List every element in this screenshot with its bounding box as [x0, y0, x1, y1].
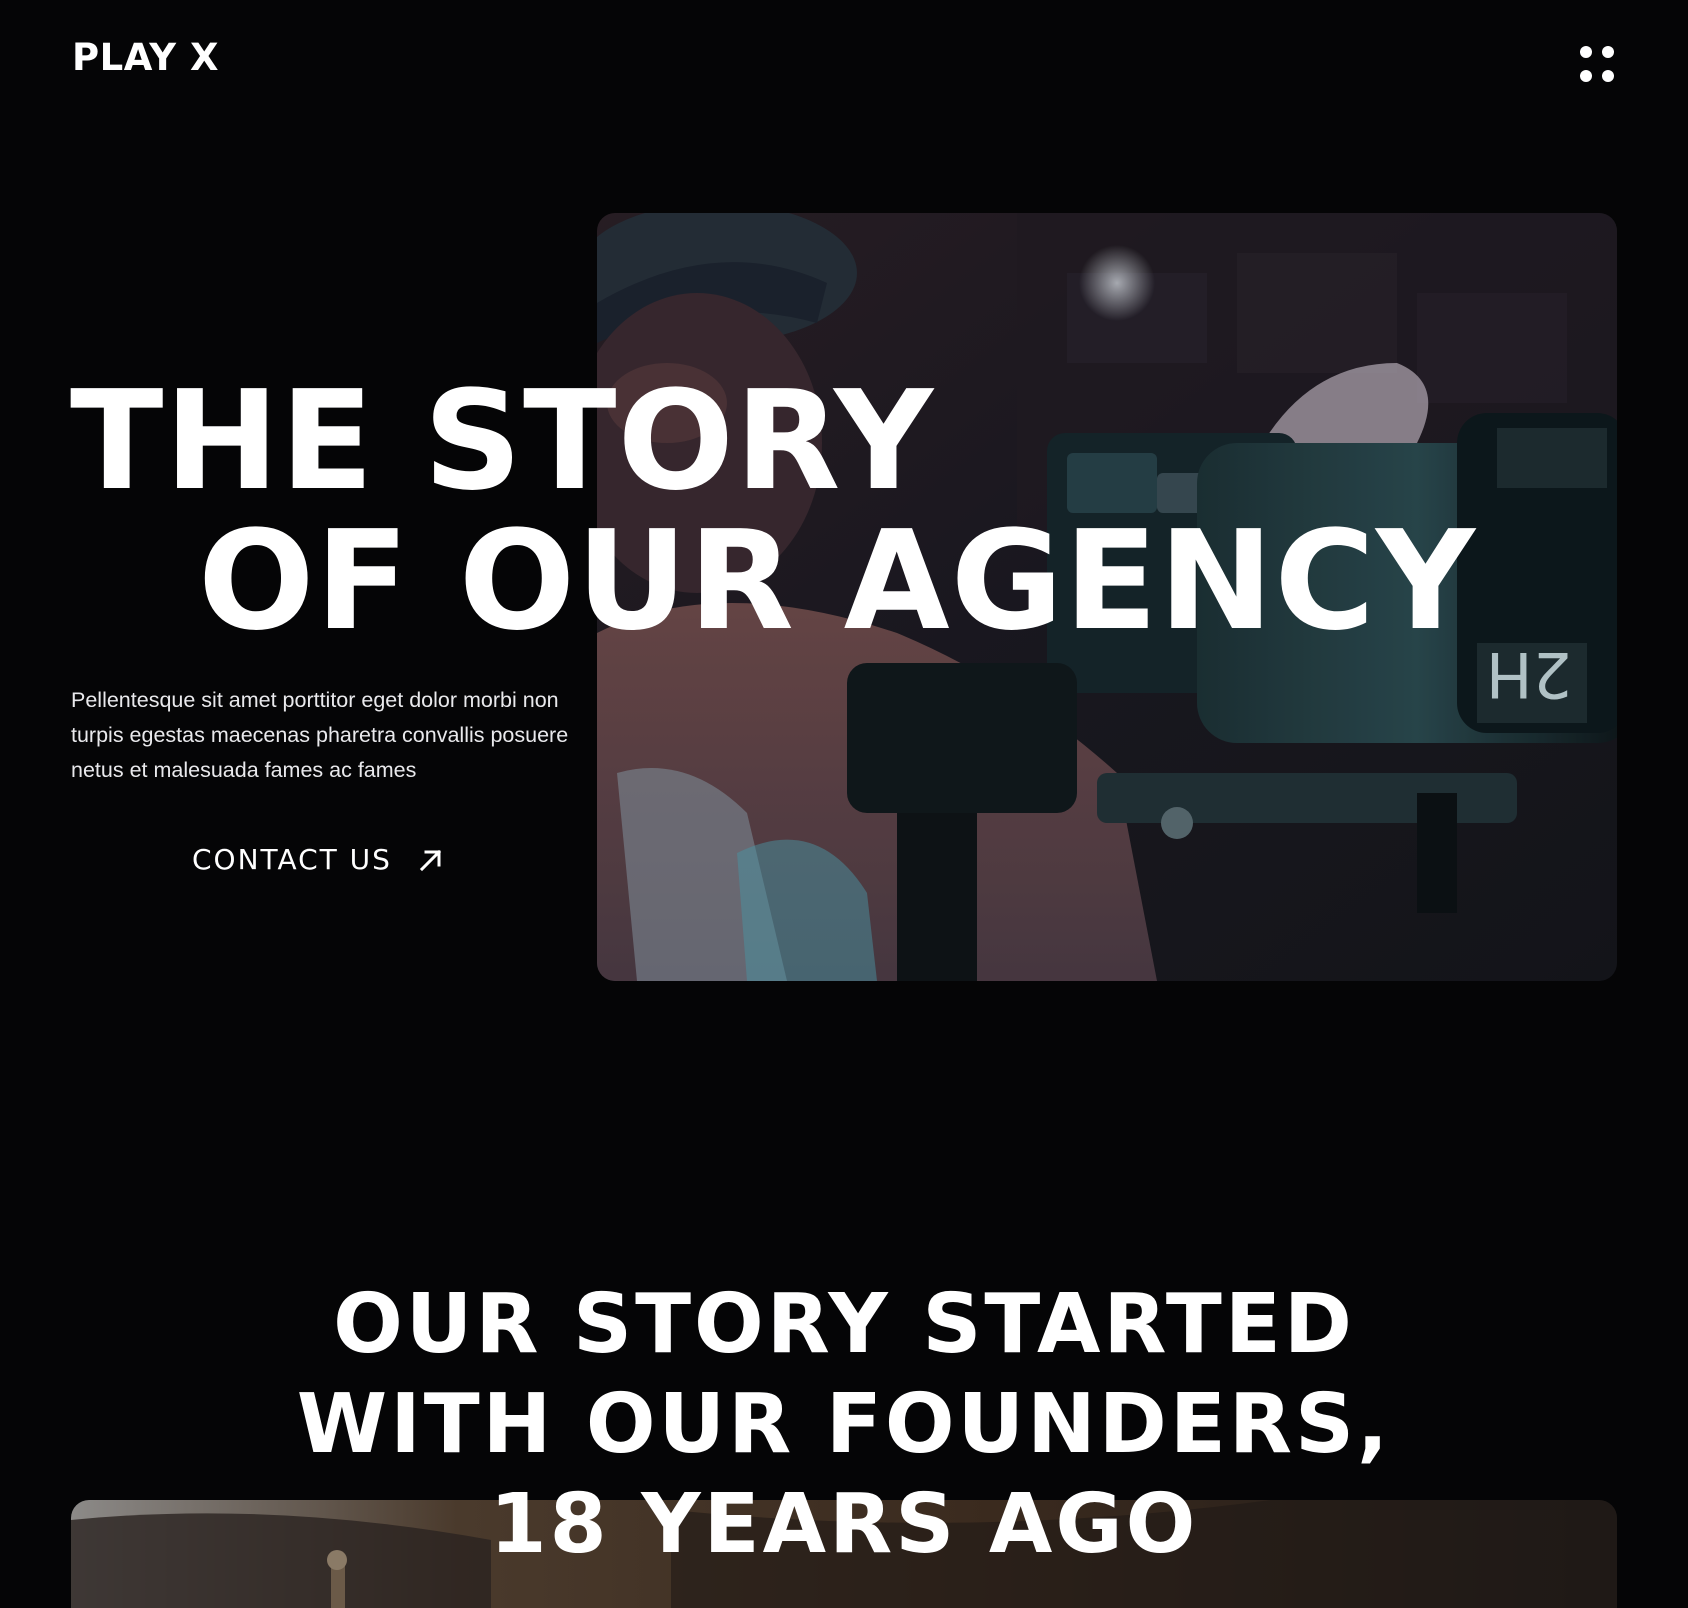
hero-title-line1: THE STORY: [70, 362, 935, 521]
contact-us-button[interactable]: CONTACT US: [192, 840, 444, 880]
hero-title: THE STORY OF OUR AGENCY: [70, 372, 1476, 652]
story-title-line1: OUR STORY STARTED: [333, 1277, 1355, 1372]
menu-button[interactable]: [1570, 40, 1624, 90]
logo[interactable]: PLAY X: [72, 36, 219, 80]
story-title-line2: WITH OUR FOUNDERS,: [296, 1377, 1392, 1472]
story-title-line3: 18 YEARS AGO: [489, 1477, 1199, 1572]
story-title: OUR STORY STARTED WITH OUR FOUNDERS, 18 …: [0, 1275, 1688, 1575]
hero-title-line2: OF OUR AGENCY: [198, 502, 1477, 661]
contact-us-label: CONTACT US: [192, 843, 392, 876]
hero-description: Pellentesque sit amet porttitor eget dol…: [71, 688, 569, 782]
grid-dots-icon: [1580, 46, 1614, 82]
arrow-up-right-icon: [419, 849, 442, 872]
